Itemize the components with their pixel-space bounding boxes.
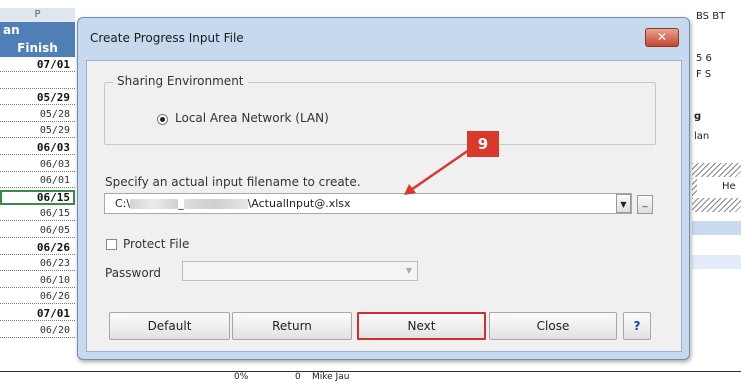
dialog-client-area: Sharing Environment Local Area Network (… xyxy=(86,60,682,352)
next-button[interactable]: Next xyxy=(357,312,486,340)
gantt-hatch-3 xyxy=(692,198,741,212)
column-header-p: P xyxy=(0,8,75,23)
gantt-hatch-2 xyxy=(692,178,697,196)
radio-selected-dot xyxy=(160,117,165,122)
bottom-percent: 0% xyxy=(234,372,249,382)
help-button[interactable]: ? xyxy=(623,312,651,340)
protect-file-label[interactable]: Protect File xyxy=(123,237,189,251)
password-chevron-down-icon[interactable]: ▼ xyxy=(401,262,417,280)
finish-cell[interactable]: 06/05 xyxy=(0,223,75,238)
finish-cell[interactable]: 07/01 xyxy=(0,306,75,321)
finish-cell[interactable]: 05/28 xyxy=(0,106,75,122)
filename-drive: C:\ xyxy=(115,197,131,210)
finish-cell[interactable]: 05/29 xyxy=(0,123,75,139)
dialog-titlebar[interactable]: Create Progress Input File ✕ xyxy=(78,18,689,60)
finish-cell[interactable]: 06/10 xyxy=(0,272,75,288)
finish-cell[interactable]: 06/15 xyxy=(0,189,75,205)
sharing-environment-label: Sharing Environment xyxy=(113,74,248,88)
plan-header: an xyxy=(0,22,75,39)
step-callout-badge: 9 xyxy=(467,131,499,157)
filename-separator: _ xyxy=(178,197,184,210)
gantt-area: BS BT 5 6 F S g lan He xyxy=(692,8,741,382)
gantt-text-lan: lan xyxy=(694,131,710,142)
finish-cell[interactable] xyxy=(0,73,75,89)
lan-radio[interactable] xyxy=(157,114,168,125)
weekday-letters: F S xyxy=(696,69,712,80)
protect-file-checkbox[interactable] xyxy=(106,239,117,250)
finish-cell[interactable]: 06/03 xyxy=(0,140,75,155)
password-label: Password xyxy=(105,266,162,280)
bottom-name: Mike Jau xyxy=(312,372,350,382)
redacted-folder xyxy=(183,199,248,209)
finish-cell[interactable]: 06/03 xyxy=(0,156,75,172)
redacted-username xyxy=(130,199,179,209)
finish-cell[interactable]: 06/20 xyxy=(0,322,75,338)
default-button[interactable]: Default xyxy=(109,312,230,340)
finish-cell[interactable]: 06/26 xyxy=(0,289,75,305)
browse-button[interactable]: _ xyxy=(637,195,653,214)
chevron-down-icon[interactable]: ▼ xyxy=(616,194,631,213)
finish-column: an Finish 07/01 05/29 05/28 05/29 06/03 06/03… xyxy=(0,22,75,382)
dialog-title: Create Progress Input File xyxy=(90,31,244,45)
gantt-hatch-1 xyxy=(692,163,741,177)
finish-cell[interactable]: 07/01 xyxy=(0,57,75,72)
finish-cell[interactable]: 05/29 xyxy=(0,90,75,106)
filename-combo[interactable]: C:\ _ \ActualInput@.xlsx xyxy=(104,193,632,214)
finish-cell[interactable]: 06/26 xyxy=(0,239,75,255)
finish-cell[interactable]: 06/23 xyxy=(0,256,75,272)
right-column-headers: BS BT xyxy=(696,11,726,22)
gantt-blue-band xyxy=(692,221,741,235)
bottom-sheet-row: 0% 0 Mike Jau xyxy=(0,371,741,383)
gantt-text-he: He xyxy=(722,181,736,192)
finish-header: Finish xyxy=(0,39,75,57)
return-button[interactable]: Return xyxy=(232,312,352,340)
finish-cell[interactable]: 06/01 xyxy=(0,173,75,189)
lan-option-label[interactable]: Local Area Network (LAN) xyxy=(175,111,329,125)
sharing-environment-group: Sharing Environment Local Area Network (… xyxy=(104,74,656,145)
filename-label: Specify an actual input filename to crea… xyxy=(105,175,361,189)
bottom-zero: 0 xyxy=(295,372,301,382)
finish-cell[interactable]: 06/15 xyxy=(0,206,75,222)
day-numbers: 5 6 xyxy=(696,53,712,64)
password-field[interactable] xyxy=(182,261,418,281)
gantt-text-g: g xyxy=(694,111,702,122)
filename-suffix: \ActualInput@.xlsx xyxy=(247,197,351,210)
gantt-light-band xyxy=(692,255,741,269)
close-icon[interactable]: ✕ xyxy=(645,28,679,47)
filename-value: C:\ _ \ActualInput@.xlsx xyxy=(115,197,351,210)
close-button[interactable]: Close xyxy=(489,312,617,340)
create-progress-input-dialog: Create Progress Input File ✕ Sharing Env… xyxy=(77,17,690,360)
